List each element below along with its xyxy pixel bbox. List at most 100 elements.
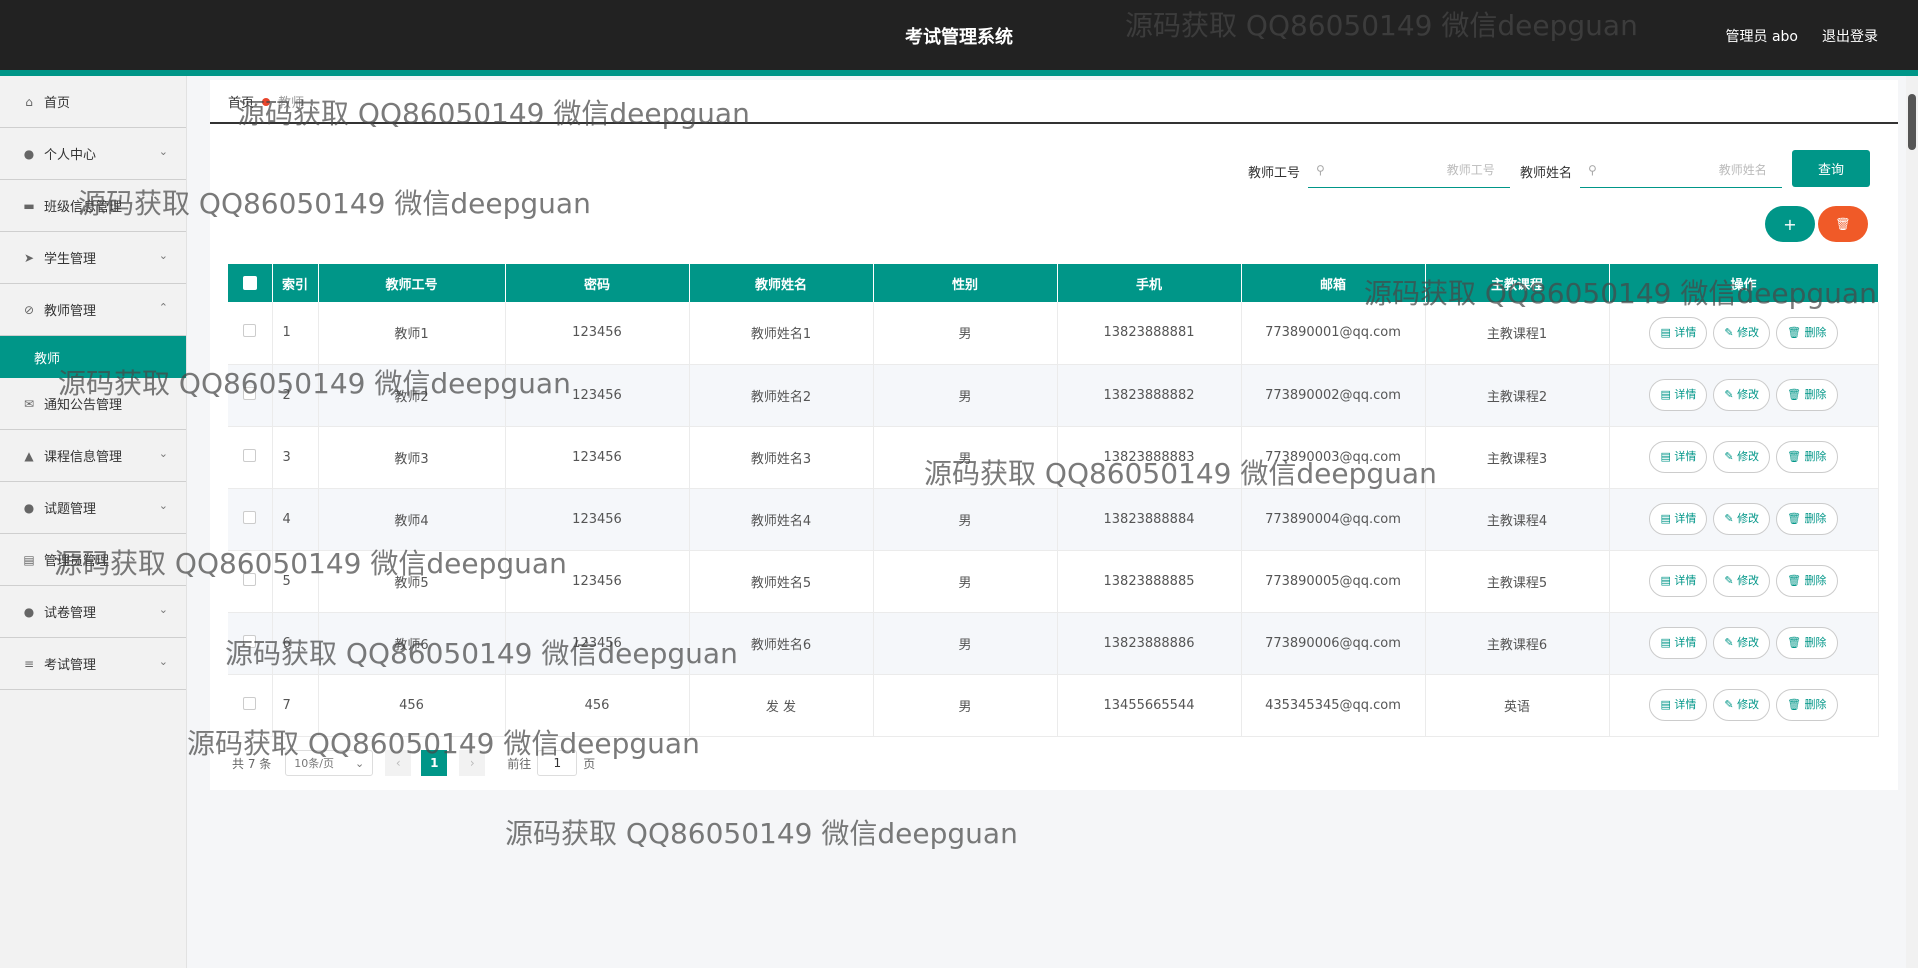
row-checkbox[interactable] <box>243 696 257 710</box>
row-select-cell[interactable] <box>228 612 273 674</box>
sidebar-item-teachers[interactable]: ⊘ 教师管理 ⌃ <box>0 284 186 336</box>
sidebar-item-admins[interactable]: ▤ 管理员管理 <box>0 534 186 586</box>
table-cell-pwd: 123456 <box>505 612 690 674</box>
row-checkbox[interactable] <box>243 510 257 524</box>
action-label: 详情 <box>1674 636 1697 649</box>
sidebar-item-students[interactable]: ➤ 学生管理 ⌄ <box>0 232 186 284</box>
column-header: 主教课程 <box>1425 264 1610 302</box>
table-row: 2 教师2 123456 教师姓名2 男 13823888882 773890002@qq.… <box>228 364 1879 426</box>
search-icon: ⚲ <box>1316 162 1325 177</box>
teacher-id-input[interactable] <box>1324 162 1495 177</box>
teacher-name-field[interactable]: ⚲ <box>1580 152 1782 188</box>
sidebar-item-label: 学生管理 <box>44 252 97 267</box>
delete-button[interactable]: 🗑 删除 <box>1776 565 1838 597</box>
sidebar-item-home[interactable]: ⌂ 首页 <box>0 76 186 128</box>
prev-page-button[interactable]: ‹ <box>385 750 412 776</box>
sidebar-item-papers[interactable]: ● 试卷管理 ⌄ <box>0 586 186 638</box>
total-count: 共 7 条 <box>232 756 272 771</box>
table-cell-idx: 7 <box>272 674 319 736</box>
edit-button[interactable]: ✎ 修改 <box>1713 689 1771 721</box>
detail-button[interactable]: ▤ 详情 <box>1649 565 1708 597</box>
scrollbar-thumb[interactable] <box>1908 94 1916 150</box>
row-checkbox[interactable] <box>243 572 257 586</box>
detail-button[interactable]: ▤ 详情 <box>1649 627 1708 659</box>
row-actions: ▤ 详情 ✎ 修改 🗑 删除 <box>1609 302 1879 364</box>
edit-button[interactable]: ✎ 修改 <box>1713 627 1771 659</box>
table-cell-course: 主教课程1 <box>1425 302 1610 364</box>
row-checkbox[interactable] <box>243 634 257 648</box>
select-all-cell[interactable] <box>228 264 273 302</box>
header-accent-line <box>0 70 1918 76</box>
delete-button[interactable]: 🗑 删除 <box>1776 627 1838 659</box>
sidebar-item-label: 通知公告管理 <box>44 398 123 413</box>
select-all-checkbox[interactable] <box>242 276 257 290</box>
edit-button[interactable]: ✎ 修改 <box>1713 441 1771 473</box>
detail-button[interactable]: ▤ 详情 <box>1649 689 1708 721</box>
row-select-cell[interactable] <box>228 364 273 426</box>
chevron-down-icon: ⌄ <box>158 249 168 262</box>
teacher-name-input[interactable] <box>1596 162 1767 177</box>
table-cell-phone: 13823888881 <box>1057 302 1242 364</box>
breadcrumb-current: 教师 <box>278 96 305 111</box>
edit-button[interactable]: ✎ 修改 <box>1713 503 1771 535</box>
page-size-select[interactable]: 10条/页 ⌄ <box>285 750 374 776</box>
page-scrollbar[interactable] <box>1906 76 1918 968</box>
column-header: 教师工号 <box>318 264 506 302</box>
teacher-id-field[interactable]: ⚲ <box>1308 152 1510 188</box>
row-select-cell[interactable] <box>228 302 273 364</box>
row-select-cell[interactable] <box>228 674 273 736</box>
breadcrumb-home[interactable]: 首页 <box>228 92 254 111</box>
teacher-id-label: 教师工号 <box>1248 166 1301 181</box>
mail-icon: ✉ <box>23 396 35 411</box>
delete-button[interactable]: 🗑 删除 <box>1776 441 1838 473</box>
sidebar-item-notices[interactable]: ✉ 通知公告管理 <box>0 378 186 430</box>
edit-button[interactable]: ✎ 修改 <box>1713 316 1771 349</box>
table-cell-phone: 13823888884 <box>1057 488 1242 550</box>
batch-delete-button[interactable]: 🗑 <box>1818 206 1868 242</box>
query-button[interactable]: 查询 <box>1792 150 1870 187</box>
table-cell-gender: 男 <box>873 302 1058 364</box>
row-select-cell[interactable] <box>228 426 273 488</box>
sidebar-item-profile[interactable]: ● 个人中心 ⌄ <box>0 128 186 180</box>
delete-button[interactable]: 🗑 删除 <box>1776 503 1838 535</box>
pencil-icon: ✎ <box>1724 698 1738 711</box>
sidebar-item-class-info[interactable]: ▬ 班级信息管理 <box>0 180 186 232</box>
top-bar: 考试管理系统 管理员 abo 退出登录 <box>0 0 1918 70</box>
table-cell-email: 773890001@qq.com <box>1241 302 1426 364</box>
action-label: 详情 <box>1674 698 1697 711</box>
delete-button[interactable]: 🗑 删除 <box>1776 689 1838 721</box>
add-button[interactable]: + <box>1765 206 1815 242</box>
row-select-cell[interactable] <box>228 488 273 550</box>
table-cell-idx: 5 <box>272 550 319 612</box>
logout-link[interactable]: 退出登录 <box>1822 26 1878 46</box>
clipboard-icon: ▤ <box>23 552 35 567</box>
detail-button[interactable]: ▤ 详情 <box>1649 316 1708 349</box>
goto-page-input[interactable]: 1 <box>537 750 578 776</box>
detail-button[interactable]: ▤ 详情 <box>1649 379 1708 411</box>
table-cell-email: 773890002@qq.com <box>1241 364 1426 426</box>
sidebar-item-courses[interactable]: ▲ 课程信息管理 ⌄ <box>0 430 186 482</box>
delete-button[interactable]: 🗑 删除 <box>1776 316 1838 349</box>
action-label: 删除 <box>1804 325 1827 339</box>
page-number-current[interactable]: 1 <box>421 750 448 776</box>
column-header: 邮箱 <box>1241 264 1426 302</box>
row-select-cell[interactable] <box>228 550 273 612</box>
table-cell-email: 773890006@qq.com <box>1241 612 1426 674</box>
detail-button[interactable]: ▤ 详情 <box>1649 503 1708 535</box>
file-icon: ▤ <box>1660 698 1675 711</box>
delete-button[interactable]: 🗑 删除 <box>1776 379 1838 411</box>
edit-button[interactable]: ✎ 修改 <box>1713 565 1771 597</box>
sidebar-subitem-teacher[interactable]: 教师 <box>0 336 186 378</box>
row-actions: ▤ 详情 ✎ 修改 🗑 删除 <box>1609 612 1879 674</box>
edit-button[interactable]: ✎ 修改 <box>1713 379 1771 411</box>
row-checkbox[interactable] <box>243 324 257 338</box>
row-checkbox[interactable] <box>243 386 257 400</box>
sidebar-item-label: 试题管理 <box>44 502 97 517</box>
detail-button[interactable]: ▤ 详情 <box>1649 441 1708 473</box>
sidebar-item-exams[interactable]: ≡ 考试管理 ⌄ <box>0 638 186 690</box>
page-unit-label: 页 <box>583 756 596 771</box>
row-checkbox[interactable] <box>243 448 257 462</box>
sidebar-item-questions[interactable]: ● 试题管理 ⌄ <box>0 482 186 534</box>
next-page-button[interactable]: › <box>459 750 486 776</box>
file-icon: ▤ <box>1660 388 1675 401</box>
